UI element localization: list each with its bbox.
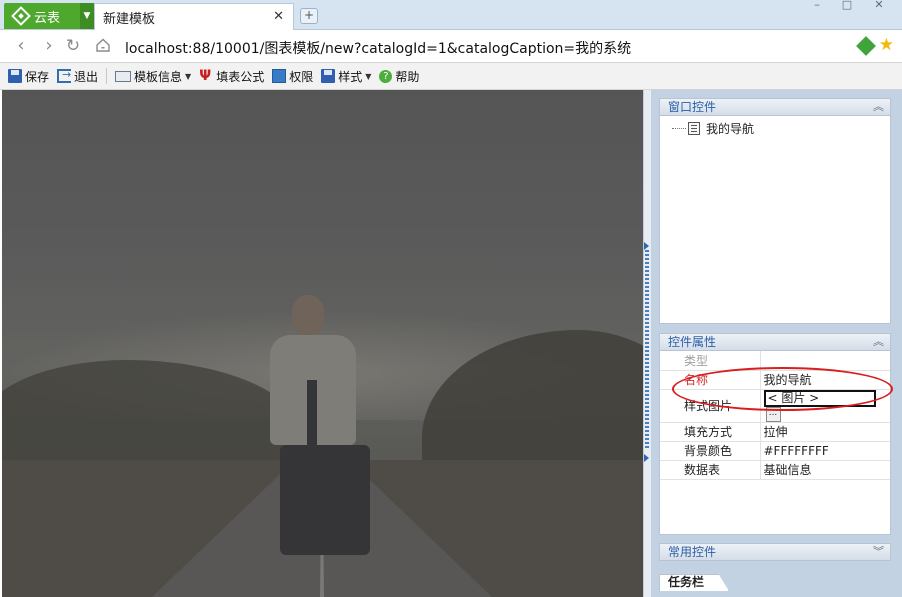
template-icon [115, 70, 132, 82]
save-label: 保存 [25, 69, 50, 84]
table-row[interactable]: 背景颜色 #FFFFFFFF [660, 441, 890, 461]
exit-icon [57, 68, 71, 83]
style-image-field[interactable]: < 图片 > [763, 389, 876, 407]
app-menu-button[interactable]: 云表 [4, 3, 80, 29]
chevron-up-icon[interactable]: ︽ [873, 99, 884, 115]
right-panel: 窗口控件 ︽ 我的导航 控件属性 ︽ 类型 名称 我的导航 样式图片 < 图片 … [651, 90, 902, 597]
prop-key: 数据表 [660, 460, 760, 480]
minimize-icon[interactable]: – [802, 0, 832, 10]
help-label: 帮助 [395, 69, 420, 84]
tree-item-my-nav[interactable]: 我的导航 [672, 120, 754, 137]
expand-arrow-icon[interactable] [644, 454, 649, 462]
chevron-down-icon: ▼ [365, 71, 372, 81]
browse-button[interactable]: ... [765, 406, 781, 422]
panel-splitter[interactable] [643, 90, 651, 597]
table-row[interactable]: 类型 [660, 351, 890, 371]
properties-table: 类型 名称 我的导航 样式图片 < 图片 >... 填充方式 拉伸 背景颜色 #… [660, 351, 890, 480]
prop-value[interactable]: #FFFFFFFF [759, 441, 890, 461]
exit-label: 退出 [74, 69, 99, 84]
design-canvas[interactable] [2, 90, 643, 597]
properties-grid: 类型 名称 我的导航 样式图片 < 图片 >... 填充方式 拉伸 背景颜色 #… [659, 351, 891, 535]
tree-connector [672, 128, 686, 129]
tab-active[interactable]: 新建模板 ✕ [94, 3, 294, 30]
exit-button[interactable]: 退出 [57, 68, 98, 85]
star-icon[interactable]: ★ [879, 37, 894, 54]
prop-value[interactable]: 拉伸 [759, 422, 890, 442]
common-controls-header[interactable]: 常用控件 ︾ [659, 543, 891, 561]
properties-header[interactable]: 控件属性 ︽ [659, 333, 891, 351]
properties-title: 控件属性 [668, 335, 717, 349]
app-menu-label: 云表 [34, 10, 61, 26]
url-field[interactable]: localhost:88/10001/图表模板/new?catalogId=1&… [125, 38, 631, 58]
window-close-icon[interactable]: ✕ [864, 0, 894, 10]
green-diamond-icon[interactable] [855, 36, 876, 56]
taskbar-tab[interactable]: 任务栏 [659, 574, 729, 591]
table-row[interactable]: 数据表 基础信息 [660, 460, 890, 480]
prop-value [759, 351, 890, 371]
collapse-arrow-icon[interactable] [644, 242, 649, 250]
common-controls-title: 常用控件 [668, 545, 717, 559]
window-controls-header[interactable]: 窗口控件 ︽ [659, 98, 891, 116]
arrow-right-icon[interactable]: › [40, 37, 58, 55]
toolbar-divider [106, 68, 108, 84]
permission-icon [272, 69, 287, 83]
prop-key: 类型 [660, 351, 760, 371]
fill-formula-button[interactable]: Ψ 填表公式 [199, 68, 264, 85]
prop-key: 样式图片 [660, 389, 760, 423]
browser-tabbar: 云表 ▼ 新建模板 ✕ + – □ ✕ [0, 0, 902, 30]
help-icon: ? [379, 69, 393, 83]
formula-icon: Ψ [199, 68, 212, 84]
save-icon [8, 69, 22, 83]
document-icon [688, 122, 700, 135]
style-button[interactable]: 样式 ▼ [321, 68, 371, 85]
help-button[interactable]: ? 帮助 [379, 68, 419, 85]
save-button[interactable]: 保存 [8, 68, 49, 85]
new-tab-button[interactable]: + [300, 8, 318, 24]
canvas-image-overlay [2, 90, 643, 597]
window-controls-tree: 我的导航 [659, 116, 891, 324]
table-row[interactable]: 名称 我的导航 [660, 370, 890, 390]
prop-key: 背景颜色 [660, 441, 760, 461]
chevron-down-icon[interactable]: ︾ [873, 544, 884, 560]
template-info-label: 模板信息 [134, 69, 183, 84]
home-icon[interactable] [94, 37, 112, 55]
chevron-down-icon: ▼ [185, 71, 192, 81]
arrow-left-icon[interactable]: ‹ [12, 37, 30, 55]
prop-key: 名称 [660, 370, 760, 390]
table-row[interactable]: 样式图片 < 图片 >... [660, 389, 890, 423]
prop-value[interactable]: 我的导航 [759, 370, 890, 390]
tree-item-label: 我的导航 [706, 122, 755, 136]
table-row[interactable]: 填充方式 拉伸 [660, 422, 890, 442]
address-bar: ‹ › ↻ localhost:88/10001/图表模板/new?catalo… [0, 30, 902, 63]
window-controls-title: 窗口控件 [668, 100, 717, 114]
reload-icon[interactable]: ↻ [64, 37, 82, 55]
splitter-grip[interactable] [645, 250, 649, 450]
fill-formula-label: 填表公式 [216, 69, 265, 84]
style-icon [321, 69, 336, 83]
permission-button[interactable]: 权限 [272, 68, 313, 85]
template-info-button[interactable]: 模板信息 ▼ [115, 68, 191, 85]
close-icon[interactable]: ✕ [273, 9, 284, 24]
diamond-logo-icon [11, 6, 31, 26]
style-label: 样式 [338, 69, 363, 84]
chevron-up-icon[interactable]: ︽ [873, 334, 884, 350]
permission-label: 权限 [289, 69, 314, 84]
address-bar-actions: ★ [855, 36, 894, 56]
prop-value[interactable]: 基础信息 [759, 460, 890, 480]
main-toolbar: 保存 退出 模板信息 ▼ Ψ 填表公式 权限 样式 ▼ ? 帮助 [0, 63, 902, 90]
tab-title: 新建模板 [103, 11, 156, 27]
maximize-icon[interactable]: □ [832, 0, 862, 10]
prop-key: 填充方式 [660, 422, 760, 442]
prop-value-cell: < 图片 >... [759, 389, 890, 423]
app-menu-dropdown[interactable]: ▼ [80, 3, 94, 29]
